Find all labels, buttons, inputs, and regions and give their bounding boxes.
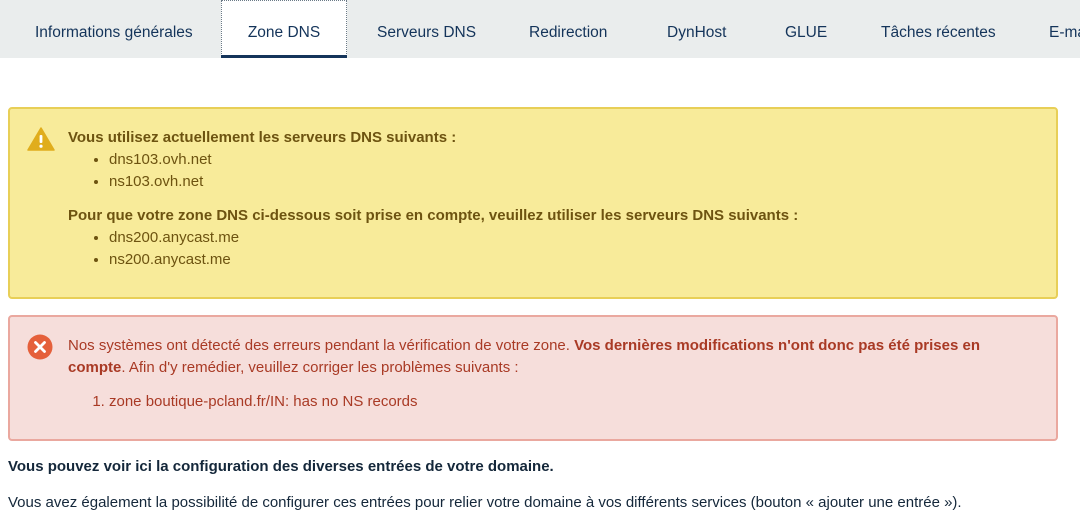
error-problem-list: zone boutique-pcland.fr/IN: has no NS re…	[68, 391, 996, 413]
zone-description-heading: Vous pouvez voir ici la configuration de…	[8, 458, 554, 475]
zone-error-alert: Nos systèmes ont détecté des erreurs pen…	[8, 315, 1058, 441]
required-dns-title: Pour que votre zone DNS ci-dessous soit …	[68, 207, 799, 224]
zone-description-text: Vous avez également la possibilité de co…	[8, 494, 962, 511]
error-message: Nos systèmes ont détecté des erreurs pen…	[68, 335, 996, 379]
tab-glue[interactable]: GLUE	[785, 0, 827, 58]
tab-zone-dns[interactable]: Zone DNS	[221, 0, 347, 58]
dns-servers-warning: Vous utilisez actuellement les serveurs …	[8, 107, 1058, 299]
error-icon	[27, 334, 53, 360]
error-text-after: . Afin d'y remédier, veuillez corriger l…	[121, 359, 519, 376]
tab-serveurs-dns[interactable]: Serveurs DNS	[377, 0, 476, 58]
list-item: ns103.ovh.net	[109, 171, 1044, 193]
warning-icon	[27, 127, 55, 151]
tab-informations-generales[interactable]: Informations générales	[35, 0, 193, 58]
list-item: zone boutique-pcland.fr/IN: has no NS re…	[109, 391, 996, 413]
tab-email[interactable]: E-ma	[1049, 0, 1080, 58]
tab-bar: Informations générales Zone DNS Serveurs…	[0, 0, 1080, 58]
current-dns-title: Vous utilisez actuellement les serveurs …	[68, 129, 457, 146]
list-item: dns103.ovh.net	[109, 149, 1044, 171]
tab-taches-recentes[interactable]: Tâches récentes	[881, 0, 996, 58]
required-dns-list: dns200.anycast.me ns200.anycast.me	[68, 227, 1044, 271]
list-item: dns200.anycast.me	[109, 227, 1044, 249]
current-dns-list: dns103.ovh.net ns103.ovh.net	[68, 149, 1044, 193]
list-item: ns200.anycast.me	[109, 249, 1044, 271]
tab-dynhost[interactable]: DynHost	[667, 0, 726, 58]
tab-redirection[interactable]: Redirection	[529, 0, 607, 58]
error-text-before: Nos systèmes ont détecté des erreurs pen…	[68, 337, 575, 354]
